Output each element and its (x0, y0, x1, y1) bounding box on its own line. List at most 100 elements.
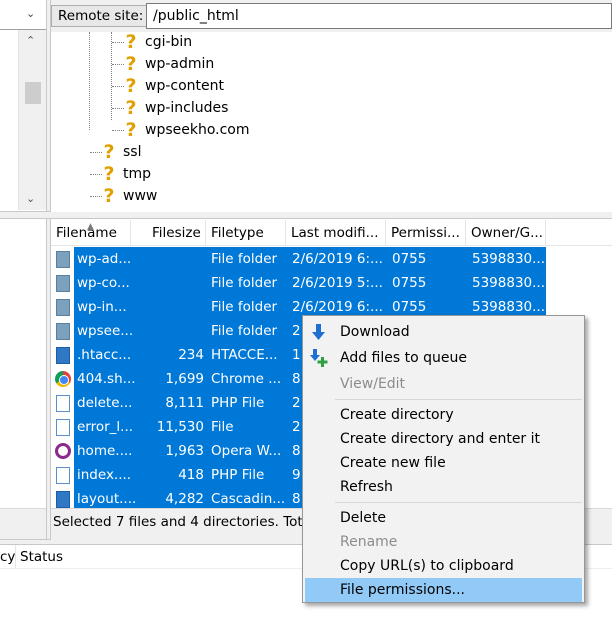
cell-type: Opera W... (211, 443, 282, 459)
file-icon (56, 419, 70, 436)
remote-site-label: Remote site: (51, 5, 151, 27)
tree-item-www[interactable]: ? www (101, 185, 157, 207)
tree-item-label: wp-admin (145, 56, 215, 72)
css-file-icon (56, 491, 70, 508)
cell-size (149, 271, 204, 295)
tree-item-label: wpseekho.com (145, 122, 250, 138)
cell-name: wp-in... (77, 299, 127, 315)
menu-item-delete[interactable]: Delete (305, 506, 582, 530)
cell-perms: 0755 (392, 251, 427, 267)
menu-item-label: Delete (340, 510, 386, 526)
cell-size: 8,111 (165, 395, 204, 411)
cell-type: File folder (211, 275, 278, 291)
column-header-last-modified[interactable]: Last modifi... (286, 220, 386, 246)
chrome-file-icon (55, 371, 71, 387)
htaccess-file-icon (56, 347, 70, 364)
tree-item-label: wp-content (145, 78, 224, 94)
local-site-dropdown[interactable] (0, 0, 48, 30)
column-header-filename[interactable]: ▲ Filename (51, 220, 131, 246)
pane-splitter-horizontal[interactable] (0, 211, 612, 219)
menu-item-label: View/Edit (340, 376, 406, 392)
cell-name: wpsee... (77, 323, 134, 339)
tree-item-wpseekho[interactable]: ? wpseekho.com (123, 119, 250, 141)
column-header-filesize[interactable]: Filesize (131, 220, 206, 246)
tree-item-tmp[interactable]: ? tmp (101, 163, 151, 185)
cell-size (149, 247, 204, 271)
table-row[interactable]: wp-ad... File folder 2/6/2019 6:... 0755 539… (56, 247, 546, 271)
cell-type: HTACCE... (211, 347, 278, 363)
remote-directory-tree[interactable]: ? cgi-bin ? wp-admin ? wp-content ? wp-inclu… (51, 31, 612, 212)
menu-separator (335, 502, 582, 503)
cell-owner: 5398830... (472, 275, 544, 291)
remote-path-input[interactable]: /public_html (146, 3, 612, 29)
queue-column-status[interactable]: Status (16, 545, 136, 569)
tree-connector (89, 32, 90, 130)
tree-item-ssl[interactable]: ? ssl (101, 141, 141, 163)
menu-item-create-new-file[interactable]: Create new file (305, 451, 582, 475)
opera-file-icon (55, 443, 71, 459)
local-file-list[interactable] (0, 218, 48, 508)
cell-name: wp-co... (77, 275, 130, 291)
sort-ascending-icon: ▲ (87, 222, 94, 232)
tree-item-wp-content[interactable]: ? wp-content (123, 75, 224, 97)
cell-name: home.... (77, 443, 133, 459)
php-file-icon (56, 395, 70, 412)
menu-item-file-permissions[interactable]: File permissions... (305, 578, 582, 602)
cell-name: delete... (77, 395, 133, 411)
cell-size (149, 295, 204, 319)
menu-item-download[interactable]: Download (305, 320, 582, 344)
menu-item-view-edit: View/Edit (305, 372, 582, 396)
scroll-up-icon[interactable]: ⌃ (26, 34, 35, 47)
column-header-filetype[interactable]: Filetype (206, 220, 286, 246)
tree-connector (111, 32, 112, 120)
local-status-bar (0, 508, 48, 540)
unknown-folder-icon: ? (125, 97, 137, 119)
scrollbar-thumb[interactable] (25, 82, 41, 104)
queue-column-priority[interactable]: cy (0, 545, 16, 569)
selection-status-text: Selected 7 files and 4 directories. Tota (53, 514, 303, 530)
tree-item-label: wp-includes (145, 100, 229, 116)
tree-item-label: ssl (123, 144, 142, 160)
tree-item-wp-admin[interactable]: ? wp-admin (123, 53, 214, 75)
menu-item-copy-url-s-to-clipboard[interactable]: Copy URL(s) to clipboard (305, 554, 582, 578)
php-file-icon (56, 467, 70, 484)
cell-size (149, 319, 204, 343)
cell-name: .htacc... (77, 347, 132, 363)
local-tree-scrollbar[interactable] (18, 30, 46, 210)
unknown-folder-icon: ? (125, 31, 137, 53)
menu-item-create-directory[interactable]: Create directory (305, 403, 582, 427)
menu-item-label: Create directory (340, 407, 454, 423)
cell-owner: 5398830... (472, 251, 544, 267)
cell-type: File folder (211, 323, 278, 339)
unknown-folder-icon: ? (125, 53, 137, 75)
menu-item-add-files-to-queue[interactable]: Add files to queue (305, 346, 582, 370)
menu-item-label: Create directory and enter it (340, 431, 541, 447)
cell-name: 404.sh... (77, 371, 136, 387)
menu-item-label: Download (340, 324, 410, 340)
folder-icon (56, 275, 70, 292)
unknown-folder-icon: ? (103, 141, 115, 163)
cell-type: Chrome ... (211, 371, 282, 387)
cell-type: File folder (211, 251, 278, 267)
cell-type: File (211, 419, 234, 435)
cell-perms: 0755 (392, 275, 427, 291)
cell-type: PHP File (211, 395, 265, 411)
tree-item-wp-includes[interactable]: ? wp-includes (123, 97, 228, 119)
menu-item-label: Copy URL(s) to clipboard (340, 558, 514, 574)
menu-item-create-directory-and-enter-it[interactable]: Create directory and enter it (305, 427, 582, 451)
unknown-folder-icon: ? (125, 119, 137, 141)
tree-item-label: www (123, 188, 158, 204)
chevron-down-icon[interactable]: ⌄ (26, 7, 35, 20)
tree-item-cgi-bin[interactable]: ? cgi-bin (123, 31, 192, 53)
cell-name: index.... (77, 467, 132, 483)
menu-item-label: Add files to queue (340, 350, 467, 366)
folder-icon (56, 299, 70, 316)
column-header-owner[interactable]: Owner/G... (466, 220, 546, 246)
scroll-down-icon[interactable]: ⌄ (26, 192, 35, 205)
table-row[interactable]: wp-co... File folder 2/6/2019 5:... 0755 539… (56, 271, 546, 295)
unknown-folder-icon: ? (103, 185, 115, 207)
menu-item-label: Create new file (340, 455, 446, 471)
column-header-permissions[interactable]: Permissi... (386, 220, 466, 246)
menu-item-refresh[interactable]: Refresh (305, 475, 582, 499)
cell-size: 1,963 (165, 443, 204, 459)
